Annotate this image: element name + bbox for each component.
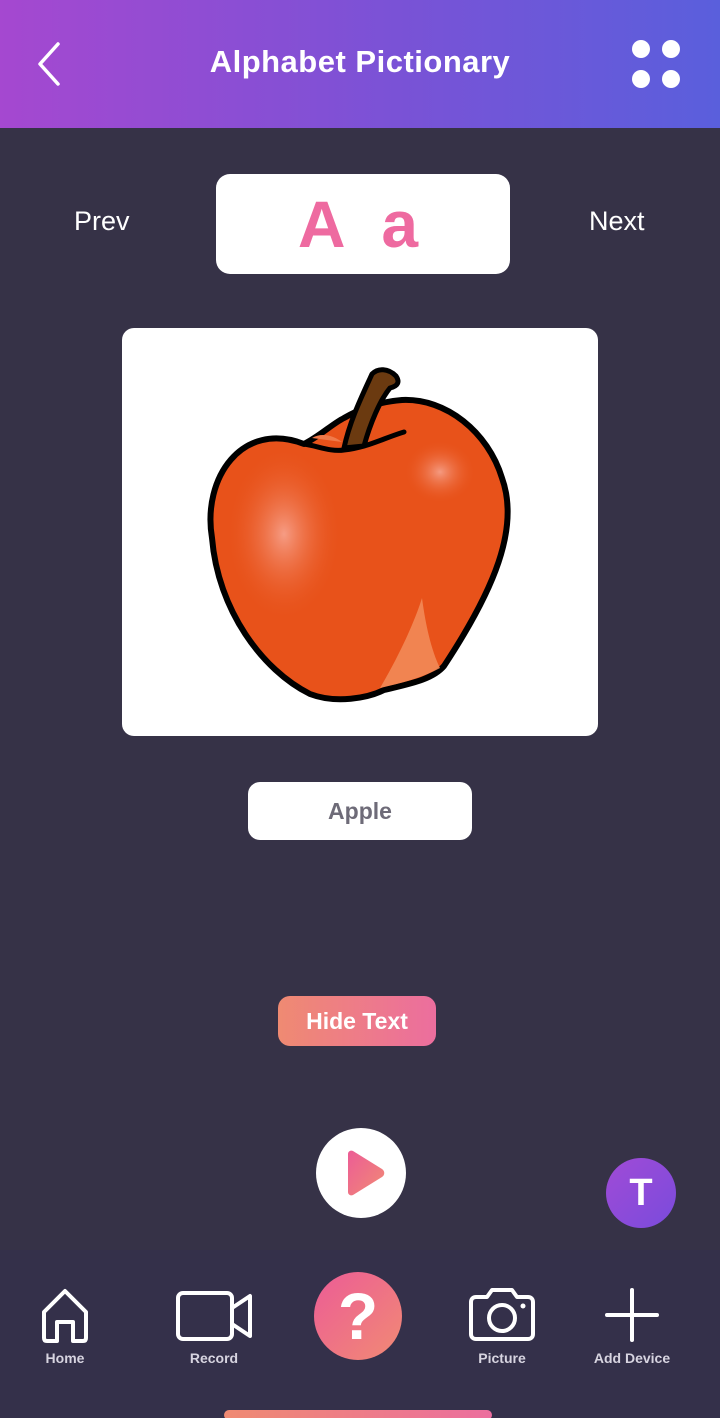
- word-label: Apple: [248, 782, 472, 840]
- letter-display: A a: [216, 174, 510, 274]
- next-button[interactable]: Next: [589, 206, 645, 237]
- hide-text-button[interactable]: Hide Text: [278, 996, 436, 1046]
- tab-record[interactable]: Record: [170, 1286, 258, 1366]
- home-indicator: [224, 1410, 492, 1418]
- tab-home[interactable]: Home: [30, 1286, 100, 1366]
- play-button[interactable]: [316, 1128, 406, 1218]
- help-button[interactable]: ?: [314, 1272, 402, 1360]
- apple-icon: [207, 367, 511, 703]
- tab-home-label: Home: [45, 1350, 85, 1366]
- play-icon: [348, 1150, 385, 1196]
- grid-dots-icon: [632, 40, 650, 58]
- user-avatar[interactable]: T: [606, 1158, 676, 1228]
- camera-icon: [469, 1288, 535, 1341]
- tab-picture[interactable]: Picture: [462, 1286, 542, 1366]
- tab-record-label: Record: [189, 1350, 239, 1366]
- tab-picture-label: Picture: [478, 1350, 526, 1366]
- page-title: Alphabet Pictionary: [209, 44, 511, 79]
- home-icon: [42, 1289, 88, 1343]
- video-camera-icon: [176, 1291, 252, 1341]
- plus-icon: [605, 1288, 659, 1342]
- menu-button[interactable]: [628, 38, 684, 92]
- tab-add-device-label: Add Device: [593, 1350, 671, 1366]
- app-header: Alphabet Pictionary: [0, 0, 720, 128]
- tab-add-device[interactable]: Add Device: [584, 1286, 680, 1366]
- picture-card: [122, 328, 598, 736]
- prev-button[interactable]: Prev: [74, 206, 130, 237]
